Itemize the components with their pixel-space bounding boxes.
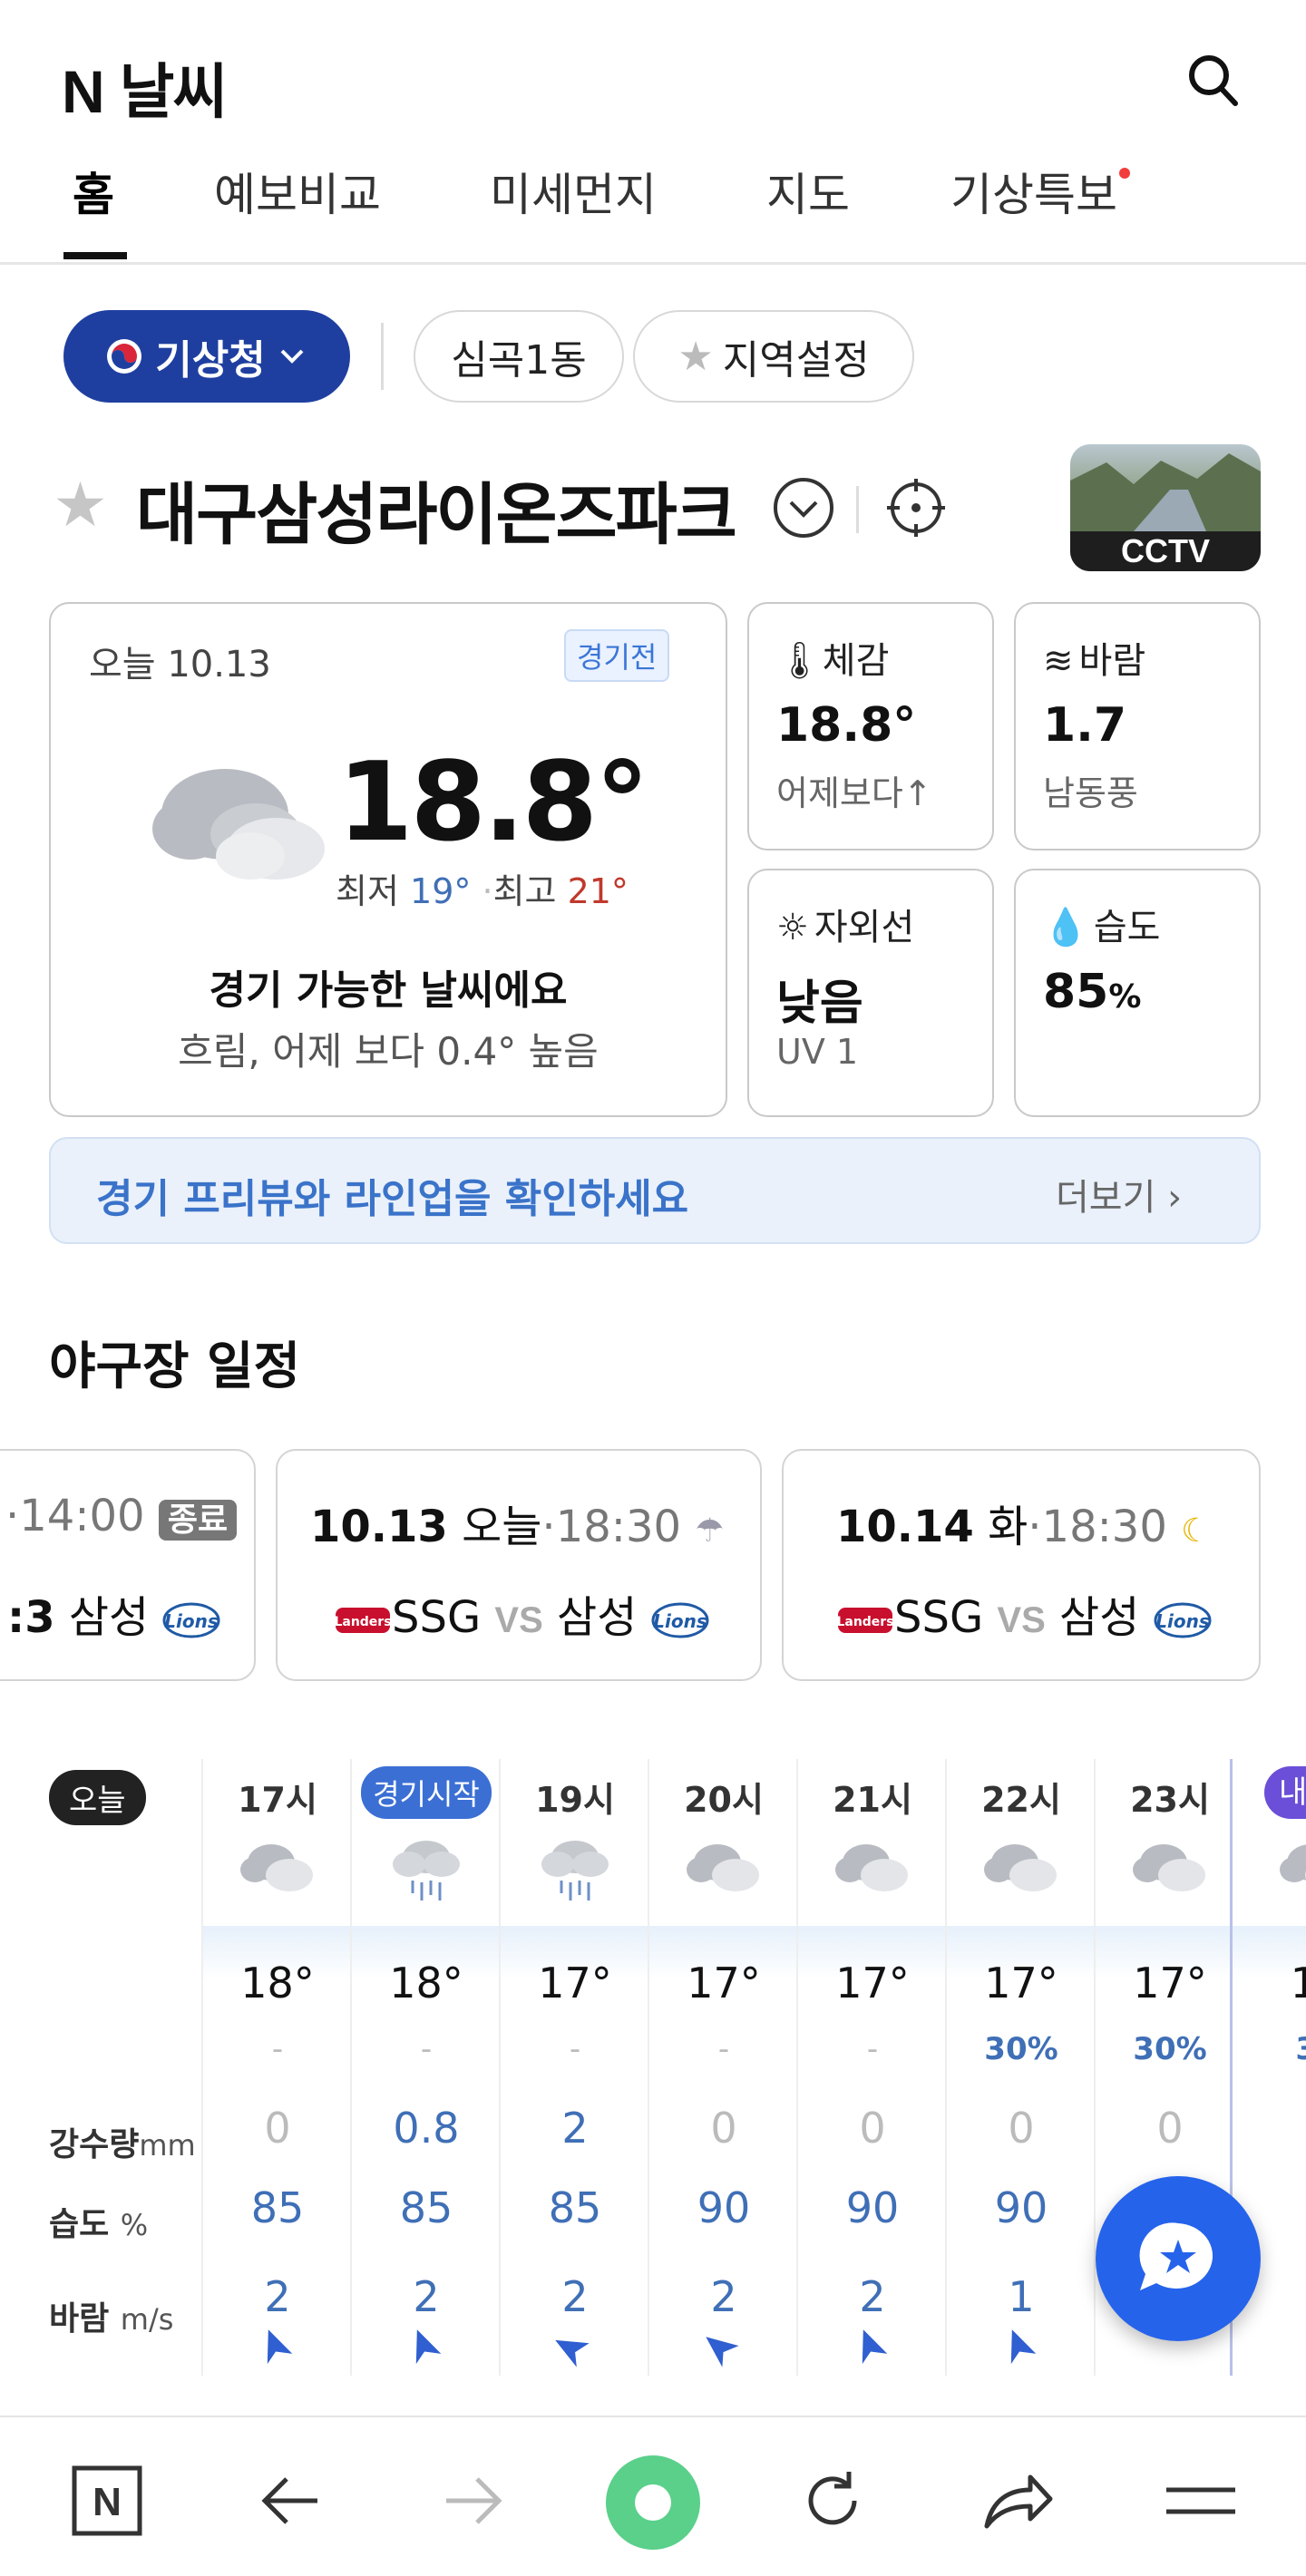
wind-direction-arrow-icon xyxy=(947,2328,1096,2374)
hour-temperature: 18° xyxy=(389,1959,463,2007)
cloudy-icon xyxy=(798,1835,947,1902)
hourly-column[interactable]: 22시 17° 30% 0 90 1 xyxy=(945,1759,1096,2376)
hour-wind-speed: 2 xyxy=(413,2272,440,2321)
rain-amount: 2 xyxy=(561,2104,589,2153)
hour-humidity: 90 xyxy=(845,2183,900,2232)
hour-wind-speed: 2 xyxy=(859,2272,886,2321)
chat-star-icon xyxy=(1139,2222,1213,2290)
rain-probability: 30% xyxy=(1133,2031,1207,2067)
green-dot-button[interactable] xyxy=(606,2455,700,2550)
wind-direction-arrow-icon xyxy=(649,2328,798,2374)
chatbot-fab-button[interactable] xyxy=(1096,2176,1261,2341)
forward-arrow-icon[interactable] xyxy=(441,2468,506,2537)
hour-temperature: 17° xyxy=(1133,1959,1207,2007)
cloudy-icon xyxy=(1096,1835,1244,1902)
rain-probability: - xyxy=(717,2031,730,2067)
hour-wind-speed: 2 xyxy=(264,2272,291,2321)
cloudy-icon xyxy=(203,1835,352,1902)
hour-humidity: 85 xyxy=(548,2183,602,2232)
hour-temperature: 18° xyxy=(240,1959,315,2007)
rain-amount: 0 xyxy=(264,2104,291,2153)
rain-cloud-icon xyxy=(352,1835,501,1911)
cloudy-icon xyxy=(1243,1835,1306,1902)
wind-direction-arrow-icon xyxy=(501,2328,649,2374)
hourly-forecast[interactable]: 17시 18° - 0 85 2 경기시작 18° - 0.8 85 2 19시 17° - 2 85 2 20시 1… xyxy=(0,0,1306,2412)
rain-probability: - xyxy=(569,2031,581,2067)
hour-temperature: 17° xyxy=(538,1959,612,2007)
rain-amount: 0 xyxy=(1156,2104,1184,2153)
wind-direction-arrow-icon xyxy=(798,2328,947,2374)
rain-amount: 0 xyxy=(1008,2104,1035,2153)
hour-label: 22시 xyxy=(981,1780,1061,1820)
hourly-column[interactable]: 19시 17° - 2 85 2 xyxy=(499,1759,649,2376)
hourly-column[interactable]: 경기시작 18° - 0.8 85 2 xyxy=(350,1759,501,2376)
hour-temperature: 17° xyxy=(687,1959,761,2007)
hour-label: 20시 xyxy=(684,1780,764,1820)
share-icon[interactable] xyxy=(980,2466,1056,2539)
hour-label: 21시 xyxy=(833,1780,912,1820)
cloudy-icon xyxy=(649,1835,798,1902)
hour-label: 경기시작 xyxy=(361,1766,492,1819)
svg-text:N: N xyxy=(93,2480,122,2524)
hour-temperature: 17 xyxy=(1290,1959,1306,2007)
wind-direction-arrow-icon xyxy=(203,2328,352,2374)
back-arrow-icon[interactable] xyxy=(258,2468,323,2537)
hourly-column[interactable]: 17시 18° - 0 85 2 xyxy=(201,1759,352,2376)
hour-label: 17시 xyxy=(238,1780,317,1820)
rain-probability: - xyxy=(866,2031,879,2067)
hour-temperature: 17° xyxy=(835,1959,910,2007)
cloudy-icon xyxy=(947,1835,1096,1902)
hour-humidity: 90 xyxy=(697,2183,751,2232)
rain-probability: - xyxy=(271,2031,284,2067)
rain-amount: 0 xyxy=(710,2104,737,2153)
rain-probability: - xyxy=(420,2031,433,2067)
hour-temperature: 17° xyxy=(984,1959,1058,2007)
hour-wind-speed: 1 xyxy=(1008,2272,1035,2321)
rain-probability: 30 xyxy=(1243,2031,1306,2067)
rain-cloud-icon xyxy=(501,1835,649,1911)
refresh-icon[interactable] xyxy=(798,2466,867,2539)
hour-wind-speed: 2 xyxy=(710,2272,737,2321)
rain-amount: 0 xyxy=(859,2104,886,2153)
hour-humidity: 85 xyxy=(250,2183,305,2232)
hourly-column[interactable]: 20시 17° - 0 90 2 xyxy=(648,1759,798,2376)
hour-label: 23시 xyxy=(1130,1780,1210,1820)
browser-bottom-bar: N xyxy=(0,2416,1306,2576)
green-dot-icon xyxy=(635,2484,671,2521)
wind-direction-arrow-icon xyxy=(352,2328,501,2374)
rain-amount: 0.8 xyxy=(393,2104,460,2153)
menu-icon[interactable] xyxy=(1165,2474,1237,2532)
hour-label: 19시 xyxy=(535,1780,615,1820)
hour-humidity: 85 xyxy=(399,2183,453,2232)
naver-home-icon[interactable]: N xyxy=(71,2464,143,2541)
rain-probability: 30% xyxy=(984,2031,1058,2067)
hour-wind-speed: 2 xyxy=(561,2272,589,2321)
hourly-column[interactable]: 21시 17° - 0 90 2 xyxy=(796,1759,947,2376)
hour-humidity: 90 xyxy=(994,2183,1048,2232)
